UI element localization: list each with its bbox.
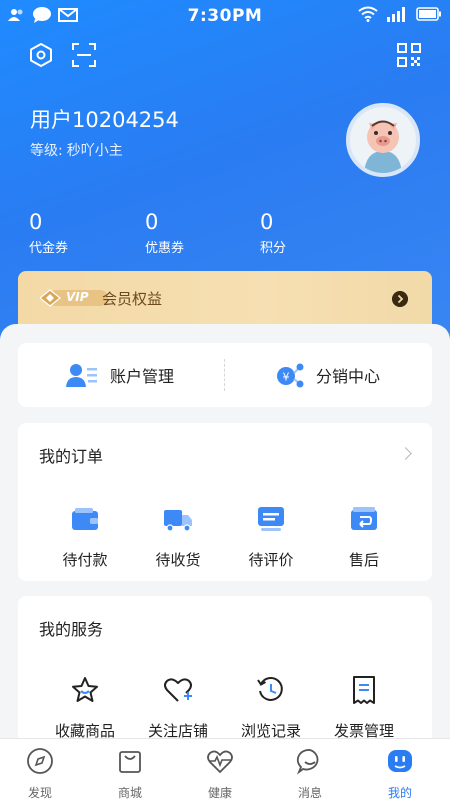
stat-label: 优惠券 [145, 241, 185, 256]
level-value: 秒吖小主 [66, 143, 123, 159]
status-system [358, 6, 442, 22]
account-management-button[interactable]: 账户管理 [66, 343, 174, 407]
svg-text:¥: ¥ [283, 371, 290, 384]
order-label: 售后 [348, 551, 379, 569]
vip-label: 会员权益 [102, 290, 163, 308]
battery-icon [416, 7, 441, 21]
vip-badge-text: VIP [66, 290, 89, 304]
my-services-title: 我的服务 [39, 620, 104, 639]
tab-discover[interactable]: 发现 [10, 747, 70, 800]
tab-label: 商城 [117, 786, 142, 800]
order-pending-review[interactable]: 待评价 [226, 503, 316, 570]
service-browsing-history[interactable]: 浏览记录 [226, 674, 316, 741]
level-label: 等级: [30, 143, 63, 159]
message-icon [296, 749, 319, 775]
comment-icon [258, 507, 284, 531]
stat-value: 0 [145, 210, 159, 234]
stat-label: 代金券 [29, 241, 69, 256]
tab-profile[interactable]: 我的 [370, 747, 430, 800]
return-icon [351, 507, 377, 530]
tab-label: 发现 [27, 786, 52, 800]
stat-label: 积分 [260, 241, 287, 256]
user-list-icon [66, 364, 97, 387]
signal-icon [387, 7, 405, 22]
chevron-right-icon[interactable] [399, 447, 412, 460]
account-card: 账户管理 ¥ 分销中心 [18, 343, 432, 407]
avatar[interactable] [346, 103, 420, 177]
tab-health[interactable]: 健康 [190, 747, 250, 800]
pig-mascot-avatar [350, 107, 416, 173]
truck-icon [164, 510, 192, 532]
distribution-center-button[interactable]: ¥ 分销中心 [276, 343, 380, 407]
tab-label: 消息 [297, 786, 322, 800]
compass-icon [27, 748, 53, 774]
status-bar: 7:30PM [0, 0, 450, 32]
wallet-icon [72, 508, 98, 530]
wifi-icon [358, 6, 378, 22]
qr-code-icon[interactable] [396, 42, 422, 68]
stat-vouchers[interactable]: 0 代金券 [29, 210, 68, 256]
stat-points[interactable]: 0 积分 [260, 210, 286, 256]
order-label: 待评价 [248, 551, 294, 569]
bottom-tab-bar: 发现 商城 健康 消息 我的 [0, 738, 450, 800]
user-level: 等级: 秒吖小主 [30, 140, 123, 160]
scan-icon[interactable] [71, 42, 97, 68]
order-pending-payment[interactable]: 待付款 [40, 503, 130, 570]
stat-coupons[interactable]: 0 优惠券 [145, 210, 184, 256]
heart-plus-icon [164, 678, 192, 702]
invoice-icon [353, 676, 375, 704]
profile-icon [388, 750, 412, 772]
service-favorites[interactable]: 收藏商品 [40, 674, 130, 741]
tab-messages[interactable]: 消息 [280, 747, 340, 800]
tab-label: 健康 [207, 786, 232, 800]
star-icon [72, 677, 98, 702]
order-label: 待付款 [62, 551, 108, 569]
account-management-label: 账户管理 [110, 367, 175, 386]
stat-value: 0 [260, 210, 274, 234]
distribution-center-label: 分销中心 [316, 367, 381, 386]
tab-label: 我的 [387, 786, 412, 800]
order-pending-receipt[interactable]: 待收货 [133, 503, 223, 570]
service-invoice-management[interactable]: 发票管理 [319, 674, 409, 741]
my-orders-title: 我的订单 [39, 447, 104, 466]
stat-value: 0 [29, 210, 43, 234]
health-icon [207, 750, 233, 774]
order-label: 待收货 [155, 551, 201, 569]
my-orders-card: 我的订单 待付款 待收货 待评价 售后 [18, 423, 432, 581]
my-services-card: 我的服务 收藏商品 关注店铺 浏览记录 发票管理 [18, 596, 432, 746]
order-after-sales[interactable]: 售后 [319, 503, 409, 570]
service-followed-shops[interactable]: 关注店铺 [133, 674, 223, 741]
divider [224, 359, 225, 391]
username: 用户10204254 [30, 108, 179, 132]
tab-mall[interactable]: 商城 [100, 747, 160, 800]
chevron-right-icon [392, 291, 408, 307]
settings-icon[interactable] [28, 42, 54, 68]
distribution-share-icon: ¥ [277, 363, 304, 388]
history-icon [257, 677, 283, 701]
bag-icon [119, 751, 141, 773]
